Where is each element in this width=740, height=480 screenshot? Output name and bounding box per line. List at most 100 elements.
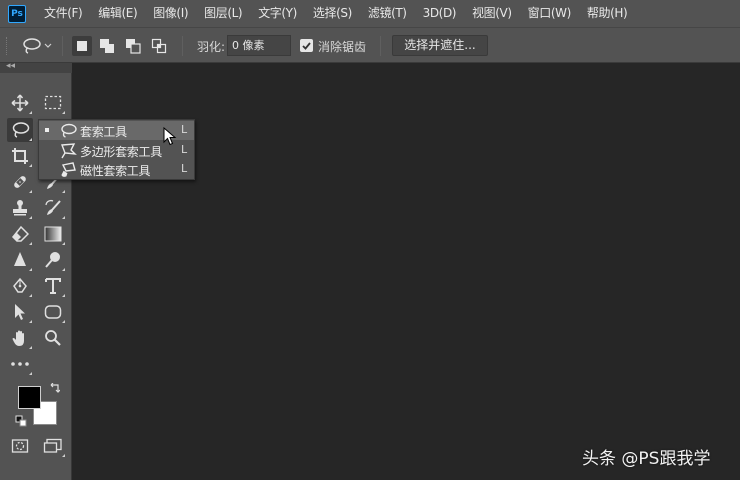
hand-tool[interactable] [7,326,33,350]
submenu-indicator [29,138,32,141]
history-brush-icon [45,199,61,215]
checkmark-icon [302,42,311,50]
toolbar-collapse-bar[interactable]: ◂◂ [0,61,72,73]
separator [182,36,183,56]
menu-edit[interactable]: 编辑(E) [90,0,145,27]
flyout-item-shortcut: L [181,143,188,156]
subtract-from-selection-button[interactable] [123,36,143,56]
feather-label: 羽化: [197,40,226,54]
foreground-color-swatch[interactable] [18,386,41,409]
pen-icon [13,277,27,293]
menu-image[interactable]: 图像(I) [145,0,196,27]
submenu-indicator [29,111,32,114]
select-and-mask-button[interactable]: 选择并遮住... [392,35,488,56]
default-colors-icon[interactable] [15,415,27,427]
submenu-indicator [29,346,32,349]
blur-tool[interactable] [7,248,33,272]
menu-3d[interactable]: 3D(D) [415,0,464,27]
rectangular-marquee-icon [44,95,62,110]
history-brush-tool[interactable] [40,196,66,220]
menu-bar: Ps 文件(F) 编辑(E) 图像(I) 图层(L) 文字(Y) 选择(S) 滤… [0,0,740,27]
dodge-tool[interactable] [40,248,66,272]
edit-toolbar-button[interactable] [7,352,33,376]
flyout-item-shortcut: L [181,162,188,175]
submenu-indicator [62,320,65,323]
menu-help[interactable]: 帮助(H) [579,0,635,27]
submenu-indicator [29,164,32,167]
blur-drop-icon [14,252,26,266]
submenu-indicator [62,294,65,297]
menu-type[interactable]: 文字(Y) [250,0,305,27]
flyout-item-label: 多边形套索工具 [80,145,162,159]
path-selection-tool[interactable] [7,300,33,324]
flyout-item-label: 套索工具 [80,125,127,139]
lasso-icon [61,123,77,138]
more-dots-icon [11,362,29,366]
lasso-icon [12,122,30,138]
quick-mask-icon [11,439,29,453]
menu-layer[interactable]: 图层(L) [196,0,250,27]
type-tool[interactable] [40,274,66,298]
new-selection-icon [77,41,87,51]
flyout-item-label: 磁性套索工具 [80,164,151,178]
flyout-item-shortcut: L [181,123,188,136]
zoom-tool[interactable] [40,326,66,350]
submenu-indicator [29,372,32,375]
submenu-indicator [62,216,65,219]
marquee-tool[interactable] [40,91,66,115]
selected-bullet [45,128,49,132]
submenu-indicator [29,294,32,297]
move-tool[interactable] [7,91,33,115]
flyout-item-magnetic-lasso[interactable]: 磁性套索工具 L [39,160,194,179]
submenu-indicator [29,242,32,245]
new-selection-button[interactable] [72,36,92,56]
menu-window[interactable]: 窗口(W) [520,0,579,27]
subtract-selection-icon [126,39,141,54]
menu-file[interactable]: 文件(F) [36,0,90,27]
photoshop-logo: Ps [8,4,26,23]
menu-filter[interactable]: 滤镜(T) [360,0,415,27]
menu-items: 文件(F) 编辑(E) 图像(I) 图层(L) 文字(Y) 选择(S) 滤镜(T… [36,0,635,27]
menu-view[interactable]: 视图(V) [464,0,520,27]
options-bar: 羽化: 0 像素 消除锯齿 选择并遮住... [0,27,740,63]
submenu-indicator [62,190,65,193]
feather-input[interactable]: 0 像素 [227,35,291,56]
stamp-icon [13,200,27,216]
gradient-icon [44,226,62,242]
move-icon [11,94,29,112]
clone-stamp-tool[interactable] [7,196,33,220]
eraser-icon [11,225,29,242]
crop-tool[interactable] [7,144,33,168]
intersect-selection-icon [151,38,167,54]
options-bar-grip[interactable] [6,37,9,55]
screen-mode-button[interactable] [40,434,66,458]
separator [380,36,381,56]
antialias-checkbox[interactable] [300,39,313,52]
swap-colors-icon[interactable] [48,383,60,395]
submenu-indicator [62,268,65,271]
magnifier-icon [45,330,61,346]
tool-preset-picker[interactable] [20,36,56,56]
separator [62,36,63,56]
add-to-selection-button[interactable] [97,36,117,56]
add-selection-icon [100,39,114,53]
gradient-tool[interactable] [40,222,66,246]
submenu-indicator [29,320,32,323]
magnetic-lasso-icon [61,162,76,177]
type-icon [45,278,61,294]
watermark-text: 头条 @PS跟我学 [582,449,711,469]
menu-select[interactable]: 选择(S) [305,0,360,27]
antialias-label: 消除锯齿 [318,40,367,54]
quick-mask-button[interactable] [7,434,33,458]
intersect-selection-button[interactable] [149,36,169,56]
shape-tool[interactable] [40,300,66,324]
submenu-indicator [62,454,65,457]
healing-brush-tool[interactable] [7,170,33,194]
polygonal-lasso-icon [61,143,77,159]
rounded-rectangle-icon [44,305,62,319]
lasso-tool[interactable] [7,118,33,142]
submenu-indicator [29,268,32,271]
pen-tool[interactable] [7,274,33,298]
eraser-tool[interactable] [7,222,33,246]
submenu-indicator [62,111,65,114]
